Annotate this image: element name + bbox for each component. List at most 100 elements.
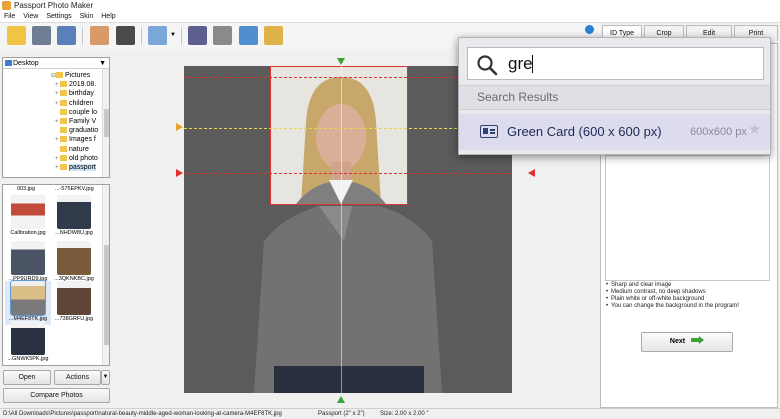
top-marker-icon[interactable] [337,58,345,65]
thumbnail-scrollbar[interactable] [102,185,109,365]
tree-item-passport[interactable]: + passport [51,163,103,172]
save-icon[interactable] [32,26,51,45]
id-type-list[interactable] [605,155,770,281]
arrow-right-icon [691,336,705,344]
compare-photos-button[interactable]: Compare Photos [3,388,110,403]
favorite-star-icon[interactable]: ★ [748,120,761,138]
print-icon[interactable] [57,26,76,45]
thumbnail-image [11,241,45,275]
thumbnail[interactable]: ...GNWK5PK.jpg [5,321,51,365]
face-detect-icon[interactable] [90,26,109,45]
bottom-marker-icon[interactable] [337,396,345,403]
search-result-size: 600x600 px [690,126,747,138]
chin-marker-icon[interactable] [176,169,183,177]
menu-help[interactable]: Help [101,13,115,20]
menu-bar: File View Settings Skin Help [0,11,780,23]
next-button[interactable]: Next [641,332,733,352]
next-button-label: Next [669,338,686,345]
folder-icon [60,99,67,106]
face-crop-image [271,67,407,204]
thumb-caption: 003.jpg [17,186,36,192]
menu-skin[interactable]: Skin [80,13,94,20]
folder-icon [60,108,67,115]
open-folder-icon[interactable] [7,26,26,45]
thumbnail[interactable]: ...3QKNKBC.jpg [51,241,97,285]
thumbnail-image [57,241,91,275]
thumbnail-image [57,281,91,315]
tree-item[interactable]: nature [51,145,103,154]
requirement-item: Medium contrast, no deep shadows [605,289,770,296]
eye-marker-icon[interactable] [176,123,183,131]
tree-item[interactable]: couple lo [51,108,103,117]
menu-file[interactable]: File [4,13,15,20]
search-result-label: Green Card (600 x 600 px) [507,124,662,139]
folder-icon [60,90,67,97]
thumbnail[interactable]: Calibration.jpg [5,195,51,239]
tree-item[interactable]: + old photo [51,154,103,163]
app-window: Passport Photo Maker File View Settings Ski… [0,0,780,419]
camera-icon[interactable] [116,26,135,45]
tree-item[interactable]: + Images f [51,135,103,144]
window-title: Passport Photo Maker [14,1,94,10]
crop-frame[interactable] [270,66,408,205]
search-popup: gre Search Results Green Card (600 x 600… [458,37,771,155]
id-card-icon [480,125,498,138]
search-icon [477,55,498,76]
thumbnail-image [57,195,91,229]
search-query: gre [508,54,533,73]
chevron-down-icon: ▼ [99,60,106,67]
requirement-item: Sharp and clear image [605,282,770,289]
thumb-caption: ...NHDW8U.jpg [55,230,93,236]
tree-scrollbar[interactable] [102,69,109,177]
drive-selector[interactable]: Desktop ▼ [3,58,109,69]
app-icon [2,1,11,10]
search-input[interactable]: gre [467,47,764,80]
buy-icon[interactable] [264,26,283,45]
thumbnail[interactable]: ...PP9URD9.jpg [5,241,51,285]
tree-item[interactable]: + birthday [51,89,103,98]
chevron-down-icon[interactable]: ▼ [170,32,176,38]
thumbnail-list: 003.jpg ...-575EPKV.jpg Calibration.jpg … [2,184,110,366]
thumbnail[interactable]: ...NHDW8U.jpg [51,195,97,239]
video-tutorial-icon[interactable] [213,26,232,45]
title-bar: Passport Photo Maker [0,0,780,11]
requirement-item: You can change the background in the pro… [605,303,770,310]
status-bar: D:\All Downloads\Pictures\passport\natur… [0,408,780,419]
templates-icon[interactable] [148,26,167,45]
chin-marker-right-icon[interactable] [528,169,535,177]
tree-item[interactable]: graduatio [51,126,103,135]
requirement-item: Plain white or off-white background [605,296,770,303]
drive-selector-label: Desktop [13,60,39,67]
tree-item[interactable]: + children [51,99,103,108]
actions-button[interactable]: Actions [54,370,101,385]
folder-icon [60,145,67,152]
search-results-heading: Search Results [459,85,770,110]
search-result-item[interactable]: Green Card (600 x 600 px) 600x600 px ★ [459,114,770,150]
folder-tree: Desktop ▼ ⊟ Pictures +2019.08. + birthday … [2,57,110,178]
folder-icon [60,81,67,88]
open-button[interactable]: Open [3,370,51,385]
update-icon[interactable] [239,26,258,45]
thumb-caption: ...-575EPKV.jpg [55,186,94,192]
tree-item[interactable]: +2019.08. [51,80,103,89]
folder-icon [60,163,67,170]
folder-icon [60,136,67,143]
menu-view[interactable]: View [23,13,38,20]
chevron-down-icon: ▼ [102,374,109,380]
thumbnail[interactable]: ...738GRFU.jpg [51,281,97,325]
tree-item-pictures[interactable]: ⊟ Pictures [51,71,103,80]
thumbnail-selected[interactable]: ...M4EF8TK.jpg [5,280,51,325]
actions-dropdown-button[interactable]: ▼ [101,370,110,385]
status-size: Size: 2.00 x 2.00 " [380,411,429,417]
menu-settings[interactable]: Settings [46,13,71,20]
thumbnail-image [11,195,45,229]
chin-guide-line [184,173,512,174]
folder-icon [56,72,63,78]
gear-icon[interactable] [585,25,594,34]
photo-requirements: Sharp and clear image Medium contrast, n… [605,282,770,310]
tree-item[interactable]: + Family V [51,117,103,126]
status-path: D:\All Downloads\Pictures\passport\natur… [3,411,282,417]
guide-book-icon[interactable] [188,26,207,45]
center-guide [341,66,342,393]
thumbnail-image [11,321,45,355]
